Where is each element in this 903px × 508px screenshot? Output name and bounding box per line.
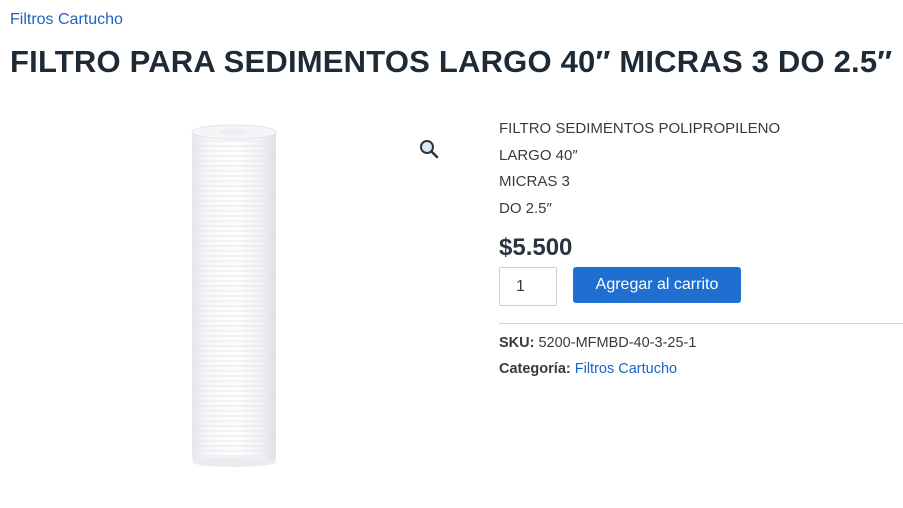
sku-row: SKU: 5200-MFMBD-40-3-25-1 bbox=[499, 335, 696, 351]
filter-cartridge-image bbox=[191, 124, 277, 467]
sku-value: 5200-MFMBD-40-3-25-1 bbox=[538, 335, 697, 351]
magnifier-icon bbox=[420, 140, 439, 159]
description-line: LARGO 40″ bbox=[499, 146, 578, 164]
breadcrumb-link-filtros-cartucho[interactable]: Filtros Cartucho bbox=[10, 11, 123, 29]
category-label: Categoría: bbox=[499, 361, 571, 377]
category-row: Categoría: Filtros Cartucho bbox=[499, 361, 677, 377]
add-to-cart-button[interactable]: Agregar al carrito bbox=[573, 267, 741, 303]
description-line: DO 2.5″ bbox=[499, 199, 552, 217]
product-price: $5.500 bbox=[499, 234, 573, 261]
category-link[interactable]: Filtros Cartucho bbox=[575, 361, 677, 377]
sku-label: SKU: bbox=[499, 335, 535, 351]
product-image[interactable] bbox=[10, 112, 460, 482]
description-line: FILTRO SEDIMENTOS POLIPROPILENO bbox=[499, 120, 781, 137]
zoom-button[interactable] bbox=[416, 136, 442, 162]
product-short-description: FILTRO SEDIMENTOS POLIPROPILENO LARGO 40… bbox=[499, 116, 780, 222]
quantity-input[interactable] bbox=[499, 267, 557, 306]
product-title: FILTRO PARA SEDIMENTOS LARGO 40″ MICRAS … bbox=[10, 44, 893, 79]
description-line: MICRAS 3 bbox=[499, 173, 570, 190]
meta-divider bbox=[499, 323, 903, 324]
